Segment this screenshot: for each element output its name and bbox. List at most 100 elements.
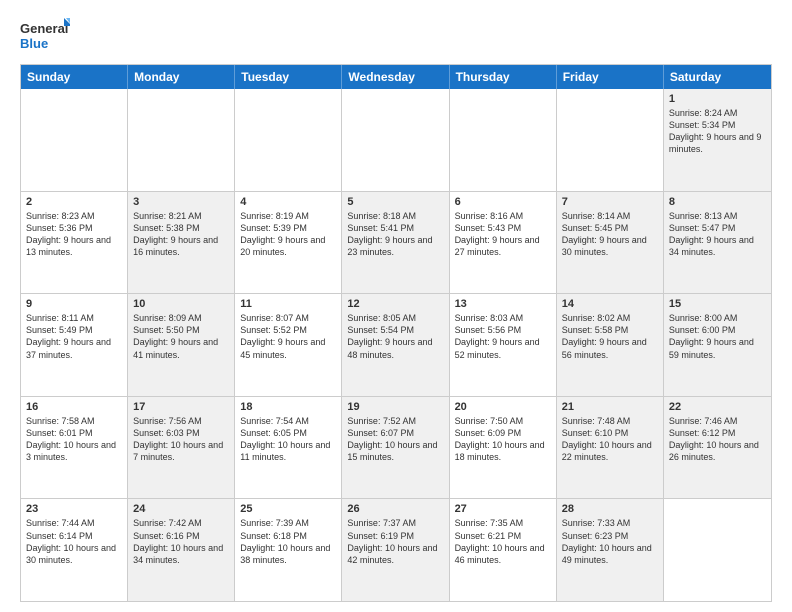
cell-text: Sunrise: 8:07 AMSunset: 5:52 PMDaylight:… — [240, 312, 336, 361]
day-number: 3 — [133, 196, 229, 208]
calendar-cell: 9 Sunrise: 8:11 AMSunset: 5:49 PMDaylight… — [21, 294, 128, 396]
day-number: 14 — [562, 298, 658, 310]
cell-text: Sunrise: 7:35 AMSunset: 6:21 PMDaylight:… — [455, 517, 551, 566]
calendar-cell — [450, 89, 557, 191]
calendar-cell — [235, 89, 342, 191]
cell-text: Sunrise: 7:46 AMSunset: 6:12 PMDaylight:… — [669, 415, 766, 464]
cell-text: Sunrise: 8:05 AMSunset: 5:54 PMDaylight:… — [347, 312, 443, 361]
cell-text: Sunrise: 7:39 AMSunset: 6:18 PMDaylight:… — [240, 517, 336, 566]
header: General Blue — [20, 16, 772, 56]
calendar-cell: 14Sunrise: 8:02 AMSunset: 5:58 PMDayligh… — [557, 294, 664, 396]
cell-text: Sunrise: 8:23 AMSunset: 5:36 PMDaylight:… — [26, 210, 122, 259]
day-number: 6 — [455, 196, 551, 208]
cell-text: Sunrise: 7:42 AMSunset: 6:16 PMDaylight:… — [133, 517, 229, 566]
cell-text: Sunrise: 7:56 AMSunset: 6:03 PMDaylight:… — [133, 415, 229, 464]
calendar-row: 9 Sunrise: 8:11 AMSunset: 5:49 PMDaylight… — [21, 294, 771, 397]
calendar-cell: 23 Sunrise: 7:44 AMSunset: 6:14 PMDayligh… — [21, 499, 128, 601]
calendar-cell: 13 Sunrise: 8:03 AMSunset: 5:56 PMDayligh… — [450, 294, 557, 396]
cell-text: Sunrise: 8:24 AMSunset: 5:34 PMDaylight:… — [669, 107, 766, 156]
calendar-header-day: Saturday — [664, 65, 771, 89]
calendar-row: 16 Sunrise: 7:58 AMSunset: 6:01 PMDayligh… — [21, 397, 771, 500]
day-number: 2 — [26, 196, 122, 208]
page: General Blue SundayMondayTuesdayWednesda… — [0, 0, 792, 612]
day-number: 28 — [562, 503, 658, 515]
day-number: 27 — [455, 503, 551, 515]
logo: General Blue — [20, 16, 70, 56]
calendar-header-day: Thursday — [450, 65, 557, 89]
calendar-cell: 25 Sunrise: 7:39 AMSunset: 6:18 PMDayligh… — [235, 499, 342, 601]
calendar-cell: 27 Sunrise: 7:35 AMSunset: 6:21 PMDayligh… — [450, 499, 557, 601]
calendar-cell: 1 Sunrise: 8:24 AMSunset: 5:34 PMDaylight… — [664, 89, 771, 191]
calendar-header-day: Friday — [557, 65, 664, 89]
cell-text: Sunrise: 8:19 AMSunset: 5:39 PMDaylight:… — [240, 210, 336, 259]
svg-text:Blue: Blue — [20, 36, 48, 51]
day-number: 5 — [347, 196, 443, 208]
calendar-cell: 11 Sunrise: 8:07 AMSunset: 5:52 PMDayligh… — [235, 294, 342, 396]
calendar-body: 1 Sunrise: 8:24 AMSunset: 5:34 PMDaylight… — [21, 89, 771, 601]
calendar-cell: 20 Sunrise: 7:50 AMSunset: 6:09 PMDayligh… — [450, 397, 557, 499]
calendar-cell: 8Sunrise: 8:13 AMSunset: 5:47 PMDaylight… — [664, 192, 771, 294]
day-number: 9 — [26, 298, 122, 310]
day-number: 17 — [133, 401, 229, 413]
cell-text: Sunrise: 8:03 AMSunset: 5:56 PMDaylight:… — [455, 312, 551, 361]
day-number: 13 — [455, 298, 551, 310]
cell-text: Sunrise: 8:00 AMSunset: 6:00 PMDaylight:… — [669, 312, 766, 361]
calendar-cell: 3 Sunrise: 8:21 AMSunset: 5:38 PMDaylight… — [128, 192, 235, 294]
calendar-cell: 26 Sunrise: 7:37 AMSunset: 6:19 PMDayligh… — [342, 499, 449, 601]
calendar-row: 1 Sunrise: 8:24 AMSunset: 5:34 PMDaylight… — [21, 89, 771, 192]
cell-text: Sunrise: 7:54 AMSunset: 6:05 PMDaylight:… — [240, 415, 336, 464]
day-number: 1 — [669, 93, 766, 105]
day-number: 10 — [133, 298, 229, 310]
day-number: 23 — [26, 503, 122, 515]
cell-text: Sunrise: 7:52 AMSunset: 6:07 PMDaylight:… — [347, 415, 443, 464]
logo-svg: General Blue — [20, 16, 70, 56]
cell-text: Sunrise: 7:48 AMSunset: 6:10 PMDaylight:… — [562, 415, 658, 464]
calendar-cell — [342, 89, 449, 191]
day-number: 15 — [669, 298, 766, 310]
cell-text: Sunrise: 8:11 AMSunset: 5:49 PMDaylight:… — [26, 312, 122, 361]
cell-text: Sunrise: 8:21 AMSunset: 5:38 PMDaylight:… — [133, 210, 229, 259]
calendar-header-day: Monday — [128, 65, 235, 89]
calendar-cell: 21 Sunrise: 7:48 AMSunset: 6:10 PMDayligh… — [557, 397, 664, 499]
calendar-header: SundayMondayTuesdayWednesdayThursdayFrid… — [21, 65, 771, 89]
calendar-header-day: Tuesday — [235, 65, 342, 89]
calendar-cell: 18 Sunrise: 7:54 AMSunset: 6:05 PMDayligh… — [235, 397, 342, 499]
cell-text: Sunrise: 8:09 AMSunset: 5:50 PMDaylight:… — [133, 312, 229, 361]
calendar-row: 23 Sunrise: 7:44 AMSunset: 6:14 PMDayligh… — [21, 499, 771, 601]
calendar-cell — [128, 89, 235, 191]
day-number: 7 — [562, 196, 658, 208]
cell-text: Sunrise: 7:33 AMSunset: 6:23 PMDaylight:… — [562, 517, 658, 566]
calendar-row: 2 Sunrise: 8:23 AMSunset: 5:36 PMDaylight… — [21, 192, 771, 295]
calendar-cell: 2 Sunrise: 8:23 AMSunset: 5:36 PMDaylight… — [21, 192, 128, 294]
cell-text: Sunrise: 8:18 AMSunset: 5:41 PMDaylight:… — [347, 210, 443, 259]
day-number: 11 — [240, 298, 336, 310]
calendar-cell: 10 Sunrise: 8:09 AMSunset: 5:50 PMDayligh… — [128, 294, 235, 396]
cell-text: Sunrise: 8:13 AMSunset: 5:47 PMDaylight:… — [669, 210, 766, 259]
day-number: 12 — [347, 298, 443, 310]
cell-text: Sunrise: 7:37 AMSunset: 6:19 PMDaylight:… — [347, 517, 443, 566]
day-number: 4 — [240, 196, 336, 208]
calendar-header-day: Sunday — [21, 65, 128, 89]
cell-text: Sunrise: 8:16 AMSunset: 5:43 PMDaylight:… — [455, 210, 551, 259]
day-number: 19 — [347, 401, 443, 413]
day-number: 25 — [240, 503, 336, 515]
calendar-header-day: Wednesday — [342, 65, 449, 89]
cell-text: Sunrise: 7:44 AMSunset: 6:14 PMDaylight:… — [26, 517, 122, 566]
cell-text: Sunrise: 7:50 AMSunset: 6:09 PMDaylight:… — [455, 415, 551, 464]
calendar-cell: 17 Sunrise: 7:56 AMSunset: 6:03 PMDayligh… — [128, 397, 235, 499]
calendar-cell: 5 Sunrise: 8:18 AMSunset: 5:41 PMDaylight… — [342, 192, 449, 294]
day-number: 21 — [562, 401, 658, 413]
svg-text:General: General — [20, 21, 68, 36]
day-number: 16 — [26, 401, 122, 413]
calendar-cell: 19 Sunrise: 7:52 AMSunset: 6:07 PMDayligh… — [342, 397, 449, 499]
calendar-cell: 15 Sunrise: 8:00 AMSunset: 6:00 PMDayligh… — [664, 294, 771, 396]
calendar-cell: 7Sunrise: 8:14 AMSunset: 5:45 PMDaylight… — [557, 192, 664, 294]
day-number: 20 — [455, 401, 551, 413]
calendar-cell — [557, 89, 664, 191]
cell-text: Sunrise: 7:58 AMSunset: 6:01 PMDaylight:… — [26, 415, 122, 464]
calendar-cell: 6 Sunrise: 8:16 AMSunset: 5:43 PMDaylight… — [450, 192, 557, 294]
day-number: 26 — [347, 503, 443, 515]
calendar-cell: 22Sunrise: 7:46 AMSunset: 6:12 PMDayligh… — [664, 397, 771, 499]
day-number: 18 — [240, 401, 336, 413]
calendar-cell: 24Sunrise: 7:42 AMSunset: 6:16 PMDayligh… — [128, 499, 235, 601]
